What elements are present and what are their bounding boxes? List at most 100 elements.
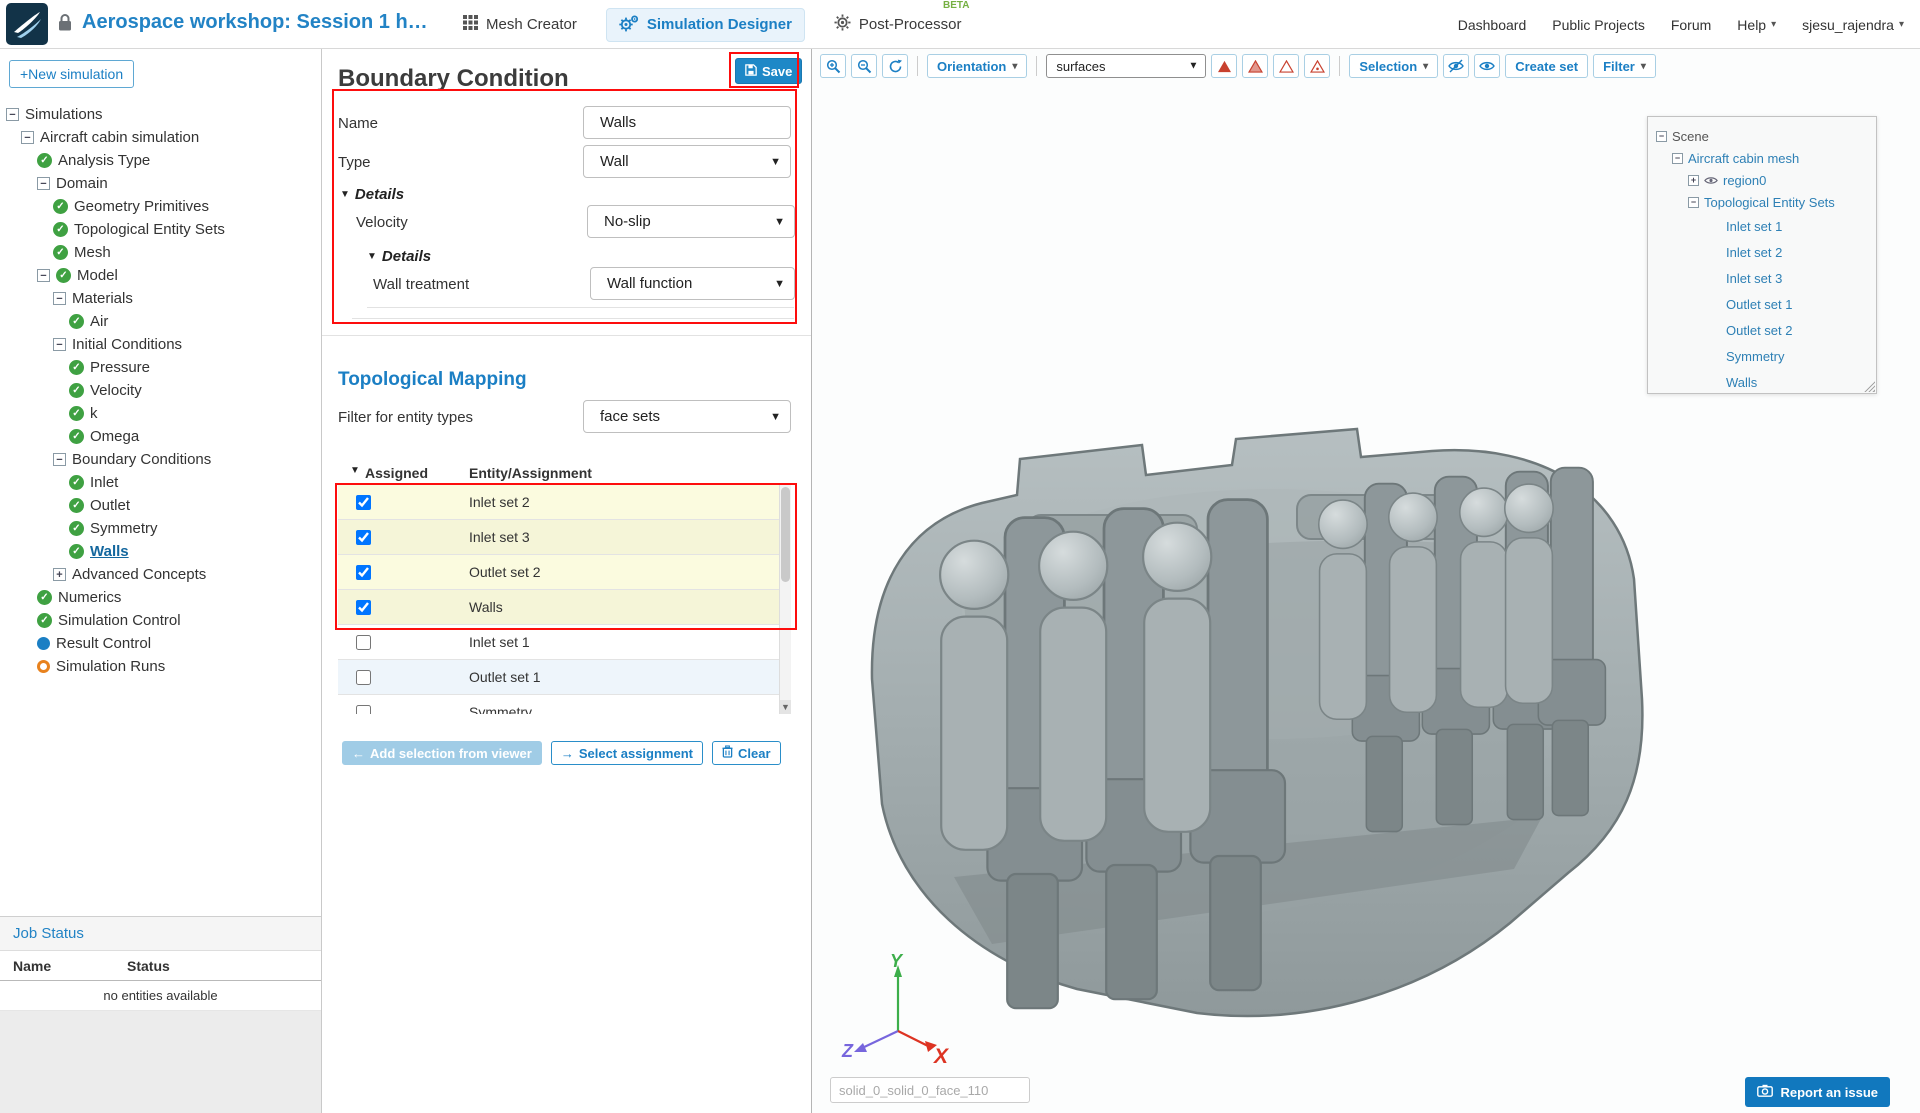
sidebar-item-simulations[interactable]: Simulations (0, 103, 321, 126)
sidebar-item-k[interactable]: k (0, 402, 321, 425)
orientation-button[interactable]: Orientation▾ (927, 54, 1027, 78)
table-row-inlet-set-2[interactable]: Inlet set 2 (338, 485, 779, 520)
sidebar-item-result-control[interactable]: Result Control (0, 632, 321, 655)
resize-handle[interactable] (1863, 380, 1875, 392)
sidebar-item-boundary-conditions[interactable]: Boundary Conditions (0, 448, 321, 471)
assigned-checkbox[interactable] (356, 530, 371, 545)
user-menu[interactable]: sjesu_rajendra▾ (1802, 17, 1904, 33)
sidebar-item-initial-conditions[interactable]: Initial Conditions (0, 333, 321, 356)
aircraft-cabin-model[interactable] (842, 399, 1662, 1079)
assigned-checkbox[interactable] (356, 635, 371, 650)
scene-tree-panel[interactable]: Scene Aircraft cabin mesh region0 Topolo… (1647, 116, 1877, 394)
table-row-symmetry[interactable]: Symmetry (338, 695, 779, 714)
report-issue-button[interactable]: Report an issue (1745, 1077, 1890, 1107)
sidebar-item-numerics[interactable]: Numerics (0, 586, 321, 609)
app-logo[interactable] (6, 3, 48, 45)
viewer-3d[interactable]: Orientation▾ surfaces▼ Selection▾ Create… (812, 49, 1920, 1113)
eye-icon[interactable] (1704, 175, 1718, 186)
scene-tree-item-inlet-set-1[interactable]: Inlet set 1 (1648, 213, 1876, 239)
show-all-button[interactable] (1474, 54, 1500, 78)
refresh-view-button[interactable] (882, 54, 908, 78)
scene-tree-item-symmetry[interactable]: Symmetry (1648, 343, 1876, 369)
collapse-icon[interactable] (1688, 197, 1699, 208)
save-button[interactable]: Save (735, 58, 802, 84)
collapse-icon[interactable] (6, 108, 19, 121)
collapse-icon[interactable] (53, 453, 66, 466)
table-row-inlet-set-1[interactable]: Inlet set 1 (338, 625, 779, 660)
sidebar-item-pressure[interactable]: Pressure (0, 356, 321, 379)
scene-tree-item-outlet-set-1[interactable]: Outlet set 1 (1648, 291, 1876, 317)
sidebar-item-simulation-control[interactable]: Simulation Control (0, 609, 321, 632)
scrollbar-down-arrow[interactable]: ▼ (780, 700, 791, 714)
sidebar-item-aircraft-cabin-simulation[interactable]: Aircraft cabin simulation (0, 126, 321, 149)
sidebar-item-domain[interactable]: Domain (0, 172, 321, 195)
table-row-inlet-set-3[interactable]: Inlet set 3 (338, 520, 779, 555)
sidebar-item-outlet[interactable]: Outlet (0, 494, 321, 517)
wall-treatment-select[interactable]: Wall function▼ (590, 267, 795, 300)
tab-mesh-creator[interactable]: Mesh Creator (450, 8, 590, 42)
zoom-fit-button[interactable] (851, 54, 877, 78)
render-mode-select[interactable]: surfaces▼ (1046, 54, 1206, 78)
sidebar-item-walls[interactable]: Walls (0, 540, 321, 563)
triangle-outline-button-2[interactable] (1304, 54, 1330, 78)
add-selection-button[interactable]: ←Add selection from viewer (342, 741, 542, 765)
table-scrollbar[interactable]: ▼ (779, 485, 791, 714)
velocity-select[interactable]: No-slip▼ (587, 205, 795, 238)
tab-post-processor[interactable]: BETA Post-Processor (821, 8, 975, 42)
table-row-walls[interactable]: Walls (338, 590, 779, 625)
details-section-header[interactable]: ▼Details (340, 186, 404, 203)
assigned-column-header[interactable]: Assigned (365, 465, 428, 481)
assigned-checkbox[interactable] (356, 495, 371, 510)
triangle-outline-button-1[interactable] (1273, 54, 1299, 78)
details-subsection-header[interactable]: ▼Details (367, 248, 431, 265)
triangle-half-button[interactable] (1242, 54, 1268, 78)
scene-tree-item-aircraft-cabin-mesh[interactable]: Aircraft cabin mesh (1648, 147, 1876, 169)
assigned-checkbox[interactable] (356, 670, 371, 685)
collapse-icon[interactable] (53, 338, 66, 351)
sidebar-item-mesh[interactable]: Mesh (0, 241, 321, 264)
collapse-icon[interactable] (37, 177, 50, 190)
scene-tree-item-inlet-set-3[interactable]: Inlet set 3 (1648, 265, 1876, 291)
collapse-icon[interactable] (21, 131, 34, 144)
tab-simulation-designer[interactable]: Simulation Designer (606, 8, 805, 42)
sidebar-item-symmetry[interactable]: Symmetry (0, 517, 321, 540)
entity-type-filter-select[interactable]: face sets▼ (583, 400, 791, 433)
sort-desc-icon[interactable]: ▼ (350, 465, 360, 476)
expand-icon[interactable] (1688, 175, 1699, 186)
collapse-icon[interactable] (37, 269, 50, 282)
scene-tree-item-topological-entity-sets[interactable]: Topological Entity Sets (1648, 191, 1876, 213)
new-simulation-button[interactable]: +New simulation (9, 60, 134, 88)
sidebar-item-air[interactable]: Air (0, 310, 321, 333)
assigned-checkbox[interactable] (356, 705, 371, 715)
nav-forum[interactable]: Forum (1671, 17, 1711, 33)
table-row-outlet-set-1[interactable]: Outlet set 1 (338, 660, 779, 695)
hide-selected-button[interactable] (1443, 54, 1469, 78)
create-set-button[interactable]: Create set (1505, 54, 1588, 78)
collapse-icon[interactable] (1656, 131, 1667, 142)
nav-dashboard[interactable]: Dashboard (1458, 17, 1527, 33)
collapse-icon[interactable] (53, 292, 66, 305)
nav-public-projects[interactable]: Public Projects (1552, 17, 1645, 33)
nav-help-menu[interactable]: Help▾ (1737, 17, 1776, 33)
scene-tree-item-outlet-set-2[interactable]: Outlet set 2 (1648, 317, 1876, 343)
name-input[interactable] (583, 106, 791, 139)
selection-button[interactable]: Selection▾ (1349, 54, 1438, 78)
sidebar-item-model[interactable]: Model (0, 264, 321, 287)
sidebar-item-velocity[interactable]: Velocity (0, 379, 321, 402)
collapse-icon[interactable] (1672, 153, 1683, 164)
sidebar-item-omega[interactable]: Omega (0, 425, 321, 448)
assigned-checkbox[interactable] (356, 600, 371, 615)
zoom-in-button[interactable] (820, 54, 846, 78)
sidebar-item-advanced-concepts[interactable]: Advanced Concepts (0, 563, 321, 586)
entity-column-header[interactable]: Entity/Assignment (469, 465, 592, 481)
scrollbar-thumb[interactable] (781, 487, 790, 582)
scene-tree-item-scene[interactable]: Scene (1648, 125, 1876, 147)
sidebar-item-materials[interactable]: Materials (0, 287, 321, 310)
scene-tree-item-inlet-set-2[interactable]: Inlet set 2 (1648, 239, 1876, 265)
scene-tree-item-region0[interactable]: region0 (1648, 169, 1876, 191)
sidebar-item-topological-entity-sets[interactable]: Topological Entity Sets (0, 218, 321, 241)
triangle-solid-button[interactable] (1211, 54, 1237, 78)
sidebar-item-inlet[interactable]: Inlet (0, 471, 321, 494)
table-row-outlet-set-2[interactable]: Outlet set 2 (338, 555, 779, 590)
scene-tree-item-walls[interactable]: Walls (1648, 369, 1876, 395)
